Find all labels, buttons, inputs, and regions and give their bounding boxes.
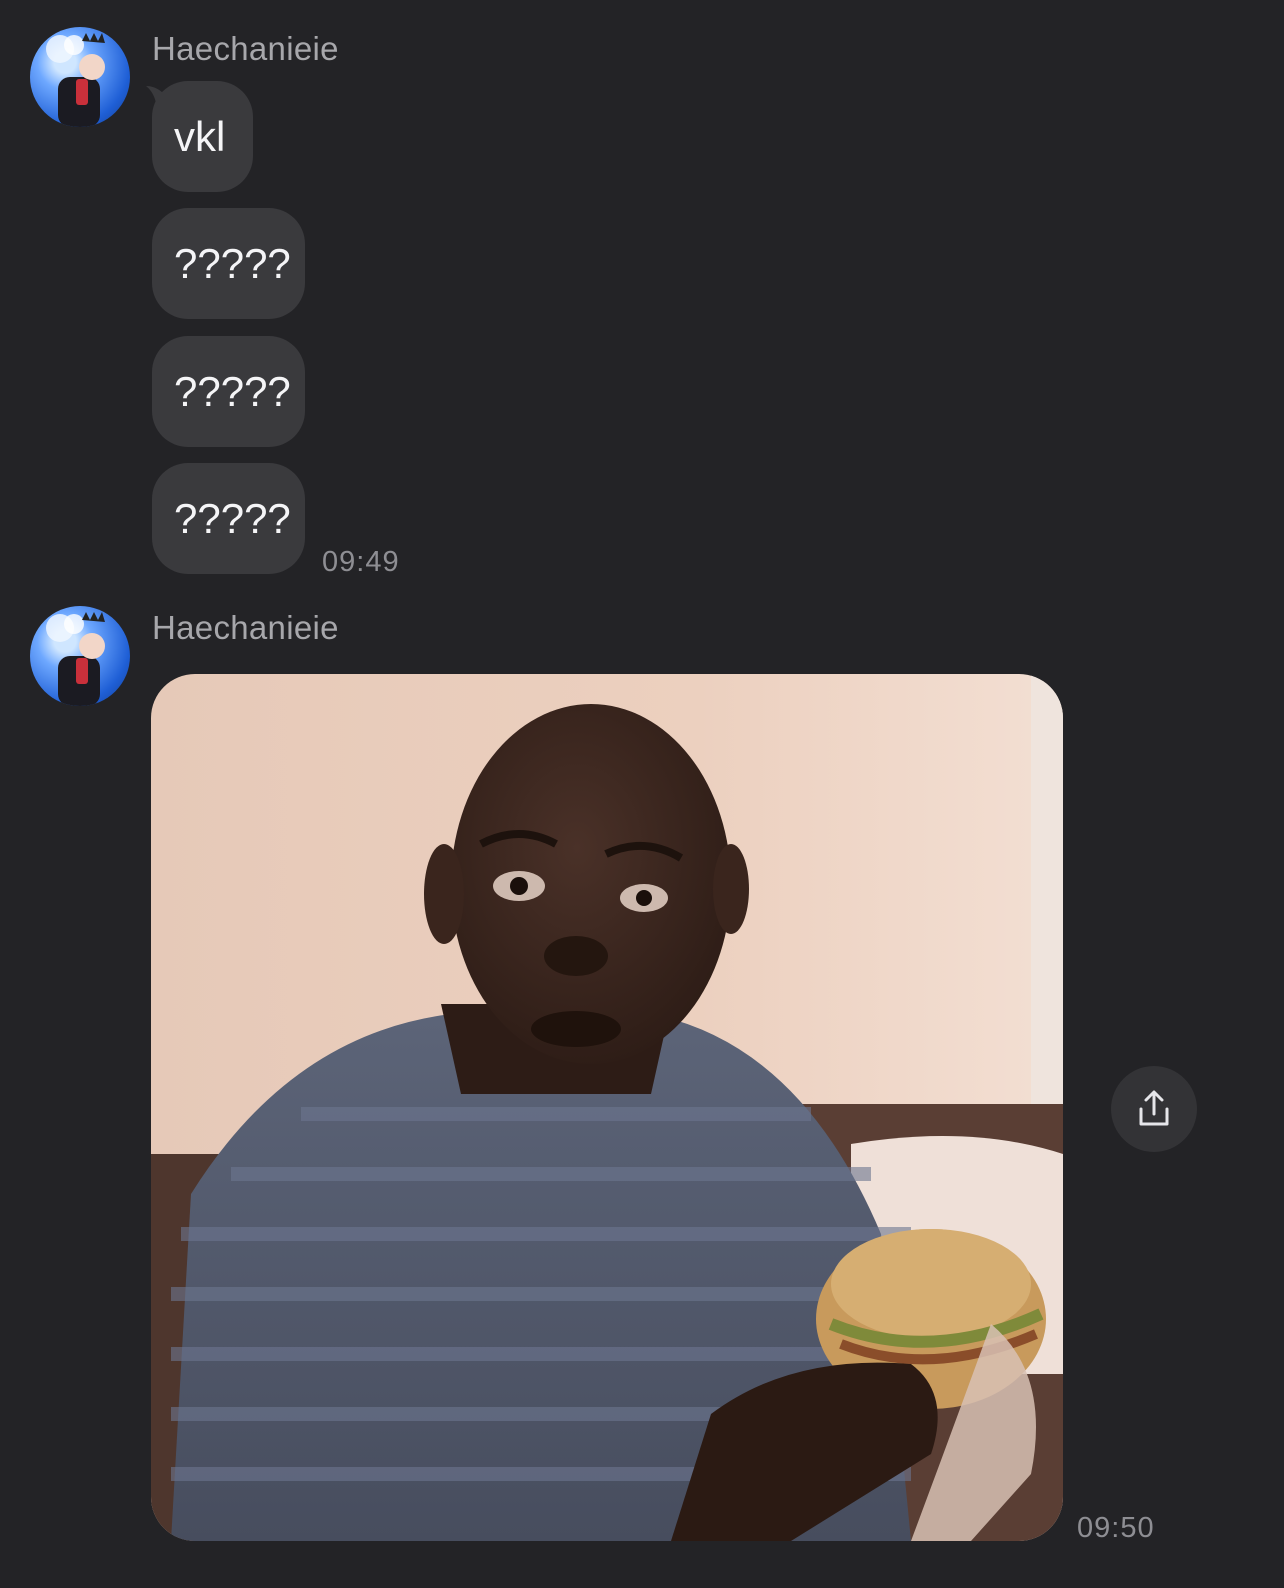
message-bubble[interactable]: ????? — [152, 336, 305, 447]
sender-avatar[interactable] — [30, 606, 130, 706]
message-text: ????? — [174, 239, 291, 287]
avatar-image — [46, 612, 105, 706]
message-bubble[interactable]: ????? — [152, 463, 305, 574]
message-timestamp: 09:49 — [322, 546, 400, 578]
message-text: vkl — [174, 112, 226, 160]
share-icon — [1139, 1090, 1169, 1126]
sender-avatar[interactable] — [30, 27, 130, 127]
share-button[interactable] — [1111, 1066, 1197, 1152]
sender-name: Haechanieie — [152, 609, 339, 646]
photo-image — [151, 674, 1063, 1541]
message-timestamp: 09:50 — [1077, 1512, 1155, 1544]
photo-attachment[interactable] — [151, 674, 1063, 1541]
message-text: ????? — [174, 494, 291, 542]
message-bubble[interactable]: ????? — [152, 208, 305, 319]
sender-name: Haechanieie — [152, 30, 339, 67]
message-text: ????? — [174, 367, 291, 415]
message-bubble[interactable]: vkl — [152, 81, 253, 192]
avatar-image — [46, 33, 105, 127]
